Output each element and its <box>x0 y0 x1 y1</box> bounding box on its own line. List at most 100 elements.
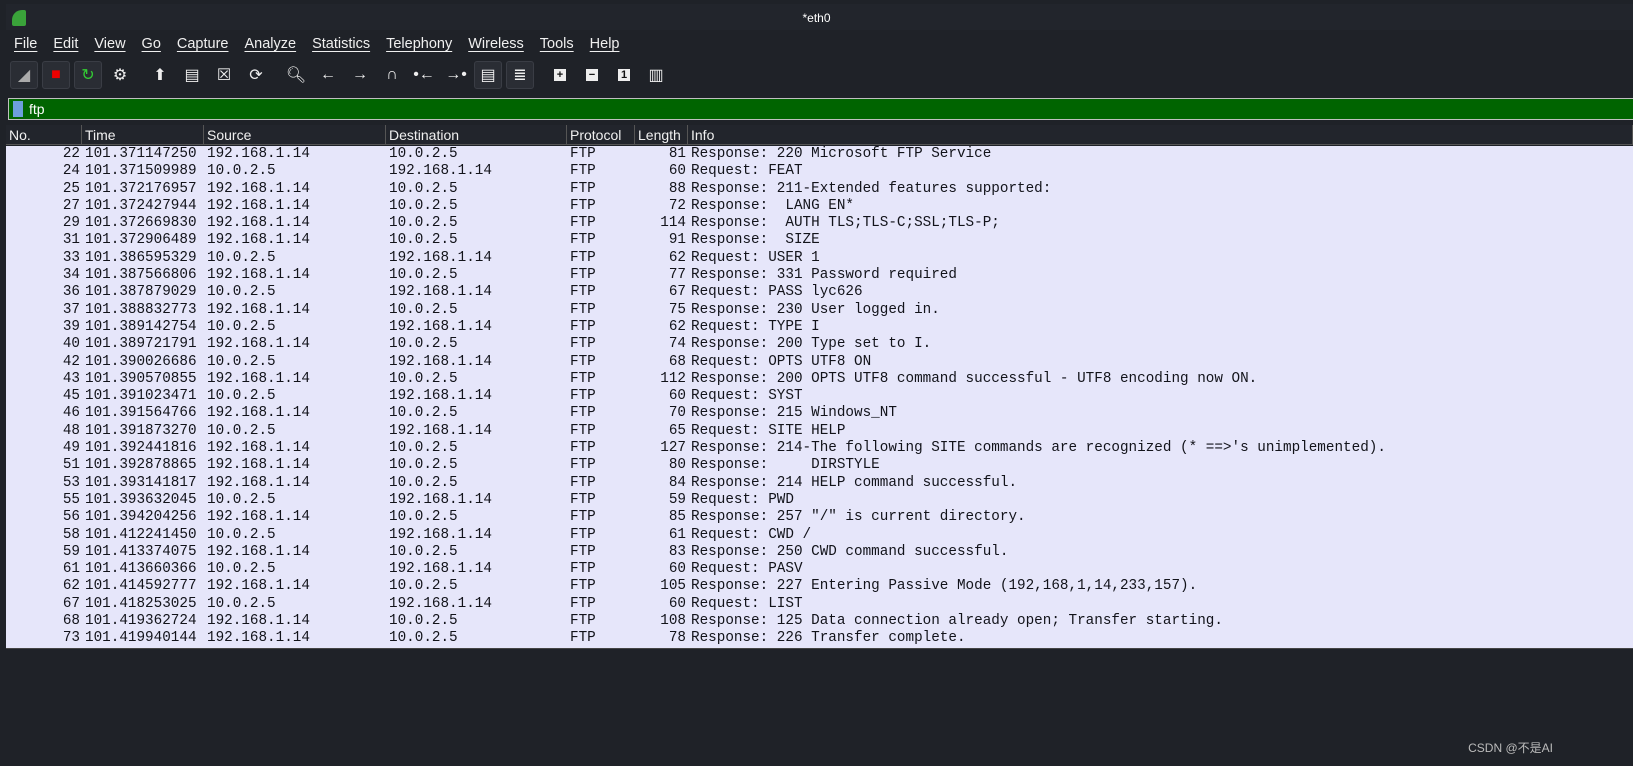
cell-time: 101.394204256 <box>85 509 197 526</box>
menu-help[interactable]: Help <box>582 34 628 56</box>
menu-wireless[interactable]: Wireless <box>460 34 532 56</box>
resize-columns-button[interactable]: ▥ <box>642 61 670 89</box>
table-row[interactable]: 73 101.419940144 192.168.1.14 10.0.2.5 FTP 78… <box>6 630 1633 647</box>
cell-protocol: FTP <box>570 388 596 405</box>
column-header-destination[interactable]: Destination <box>386 125 567 144</box>
cell-source: 192.168.1.14 <box>207 146 310 162</box>
cell-time: 101.391873270 <box>85 422 197 439</box>
table-row[interactable]: 24 101.371509989 10.0.2.5 192.168.1.14 FTP 60… <box>6 163 1633 180</box>
go-forward-button[interactable]: → <box>346 61 374 89</box>
menu-tools[interactable]: Tools <box>532 34 582 56</box>
cell-no: 29 <box>62 215 80 232</box>
cell-info: Response: 230 User logged in. <box>691 301 940 318</box>
zoom-out-button[interactable]: − <box>578 61 606 89</box>
cell-protocol: FTP <box>570 405 596 422</box>
normal-size-button[interactable]: 1 <box>610 61 638 89</box>
cell-protocol: FTP <box>570 561 596 578</box>
filter-bookmark-icon[interactable] <box>13 101 23 117</box>
cell-no: 59 <box>62 543 80 560</box>
cell-info: Request: FEAT <box>691 163 803 180</box>
cell-info: Request: PASS lyc626 <box>691 284 863 301</box>
cell-length: 59 <box>668 491 686 508</box>
table-row[interactable]: 45 101.391023471 10.0.2.5 192.168.1.14 FTP 60… <box>6 388 1633 405</box>
table-row[interactable]: 59 101.413374075 192.168.1.14 10.0.2.5 FTP 83… <box>6 544 1633 561</box>
close-file-button[interactable]: ☒ <box>210 61 238 89</box>
menu-telephony[interactable]: Telephony <box>378 34 460 56</box>
first-packet-icon: •← <box>413 66 435 83</box>
column-header-no[interactable]: No. <box>6 125 82 144</box>
table-row[interactable]: 51 101.392878865 192.168.1.14 10.0.2.5 FTP 80… <box>6 457 1633 474</box>
table-row[interactable]: 61 101.413660366 10.0.2.5 192.168.1.14 FTP 60… <box>6 561 1633 578</box>
main-toolbar: ◢ ■ ↻ ⚙ ⬆ ▤ ☒ ⟳ 🔍︎ ← → ∩ •← →• ▤ ≣ + − 1 ▥ <box>10 60 674 90</box>
menu-edit[interactable]: Edit <box>45 34 86 56</box>
cell-length: 60 <box>668 561 686 578</box>
cell-time: 101.414592777 <box>85 578 197 595</box>
table-row[interactable]: 29 101.372669830 192.168.1.14 10.0.2.5 FTP 11… <box>6 215 1633 232</box>
start-capture-icon: ◢ <box>17 67 31 84</box>
column-header-source[interactable]: Source <box>204 125 386 144</box>
table-row[interactable]: 34 101.387566806 192.168.1.14 10.0.2.5 FTP 77… <box>6 267 1633 284</box>
restart-capture-button[interactable]: ↻ <box>74 61 102 89</box>
table-row[interactable]: 46 101.391564766 192.168.1.14 10.0.2.5 FTP 70… <box>6 405 1633 422</box>
menu-view[interactable]: View <box>86 34 133 56</box>
table-row[interactable]: 22 101.371147250 192.168.1.14 10.0.2.5 FTP 81… <box>6 146 1633 163</box>
cell-source: 192.168.1.14 <box>207 301 310 318</box>
save-file-button[interactable]: ▤ <box>178 61 206 89</box>
menu-analyze[interactable]: Analyze <box>236 34 304 56</box>
table-row[interactable]: 25 101.372176957 192.168.1.14 10.0.2.5 FTP 88… <box>6 181 1633 198</box>
autoscroll-button[interactable]: ▤ <box>474 61 502 89</box>
table-row[interactable]: 27 101.372427944 192.168.1.14 10.0.2.5 FTP 72… <box>6 198 1633 215</box>
cell-info: Response: 211-Extended features supporte… <box>691 180 1052 197</box>
table-row[interactable]: 36 101.387879029 10.0.2.5 192.168.1.14 FTP 67… <box>6 284 1633 301</box>
go-back-button[interactable]: ← <box>314 61 342 89</box>
cell-protocol: FTP <box>570 215 596 232</box>
find-packet-button[interactable]: 🔍︎ <box>282 61 310 89</box>
capture-options-button[interactable]: ⚙ <box>106 61 134 89</box>
menu-file[interactable]: File <box>6 34 45 56</box>
table-row[interactable]: 48 101.391873270 10.0.2.5 192.168.1.14 FTP 65… <box>6 423 1633 440</box>
cell-source: 192.168.1.14 <box>207 630 310 647</box>
open-file-button[interactable]: ⬆ <box>146 61 174 89</box>
reload-file-button[interactable]: ⟳ <box>242 61 270 89</box>
column-header-info[interactable]: Info <box>688 125 1633 144</box>
table-row[interactable]: 37 101.388832773 192.168.1.14 10.0.2.5 FTP 75… <box>6 302 1633 319</box>
table-row[interactable]: 42 101.390026686 10.0.2.5 192.168.1.14 FTP 68… <box>6 354 1633 371</box>
display-filter-bar[interactable]: ftp <box>8 98 1633 120</box>
cell-info: Response: 200 OPTS UTF8 command successf… <box>691 370 1258 387</box>
table-row[interactable]: 40 101.389721791 192.168.1.14 10.0.2.5 FTP 74… <box>6 336 1633 353</box>
column-header-protocol[interactable]: Protocol <box>567 125 635 144</box>
table-row[interactable]: 55 101.393632045 10.0.2.5 192.168.1.14 FTP 59… <box>6 492 1633 509</box>
table-row[interactable]: 39 101.389142754 10.0.2.5 192.168.1.14 FTP 62… <box>6 319 1633 336</box>
table-row[interactable]: 33 101.386595329 10.0.2.5 192.168.1.14 FTP 62… <box>6 250 1633 267</box>
table-row[interactable]: 56 101.394204256 192.168.1.14 10.0.2.5 FTP 85… <box>6 509 1633 526</box>
cell-destination: 10.0.2.5 <box>389 440 458 457</box>
table-row[interactable]: 62 101.414592777 192.168.1.14 10.0.2.5 FTP 10… <box>6 578 1633 595</box>
start-capture-button[interactable]: ◢ <box>10 61 38 89</box>
column-header-time[interactable]: Time <box>82 125 204 144</box>
menu-capture[interactable]: Capture <box>169 34 237 56</box>
table-row[interactable]: 43 101.390570855 192.168.1.14 10.0.2.5 FTP 11… <box>6 371 1633 388</box>
cell-source: 192.168.1.14 <box>207 440 310 457</box>
column-header-length[interactable]: Length <box>635 125 688 144</box>
cell-length: 88 <box>668 180 686 197</box>
stop-capture-button[interactable]: ■ <box>42 61 70 89</box>
display-filter-input[interactable]: ftp <box>29 101 45 117</box>
colorize-button[interactable]: ≣ <box>506 61 534 89</box>
cell-length: 67 <box>668 284 686 301</box>
menu-statistics[interactable]: Statistics <box>304 34 378 56</box>
go-forward-icon: → <box>352 66 368 83</box>
table-row[interactable]: 49 101.392441816 192.168.1.14 10.0.2.5 FTP 12… <box>6 440 1633 457</box>
table-row[interactable]: 31 101.372906489 192.168.1.14 10.0.2.5 FTP 91… <box>6 232 1633 249</box>
cell-info: Response: 250 CWD command successful. <box>691 543 1009 560</box>
cell-protocol: FTP <box>570 613 596 630</box>
last-packet-button[interactable]: →• <box>442 61 470 89</box>
table-row[interactable]: 58 101.412241450 10.0.2.5 192.168.1.14 FTP 61… <box>6 527 1633 544</box>
cell-destination: 10.0.2.5 <box>389 146 458 162</box>
go-to-packet-button[interactable]: ∩ <box>378 61 406 89</box>
table-row[interactable]: 67 101.418253025 10.0.2.5 192.168.1.14 FTP 60… <box>6 596 1633 613</box>
first-packet-button[interactable]: •← <box>410 61 438 89</box>
menu-go[interactable]: Go <box>134 34 169 56</box>
table-row[interactable]: 53 101.393141817 192.168.1.14 10.0.2.5 FTP 84… <box>6 475 1633 492</box>
zoom-in-button[interactable]: + <box>546 61 574 89</box>
table-row[interactable]: 68 101.419362724 192.168.1.14 10.0.2.5 FTP 10… <box>6 613 1633 630</box>
